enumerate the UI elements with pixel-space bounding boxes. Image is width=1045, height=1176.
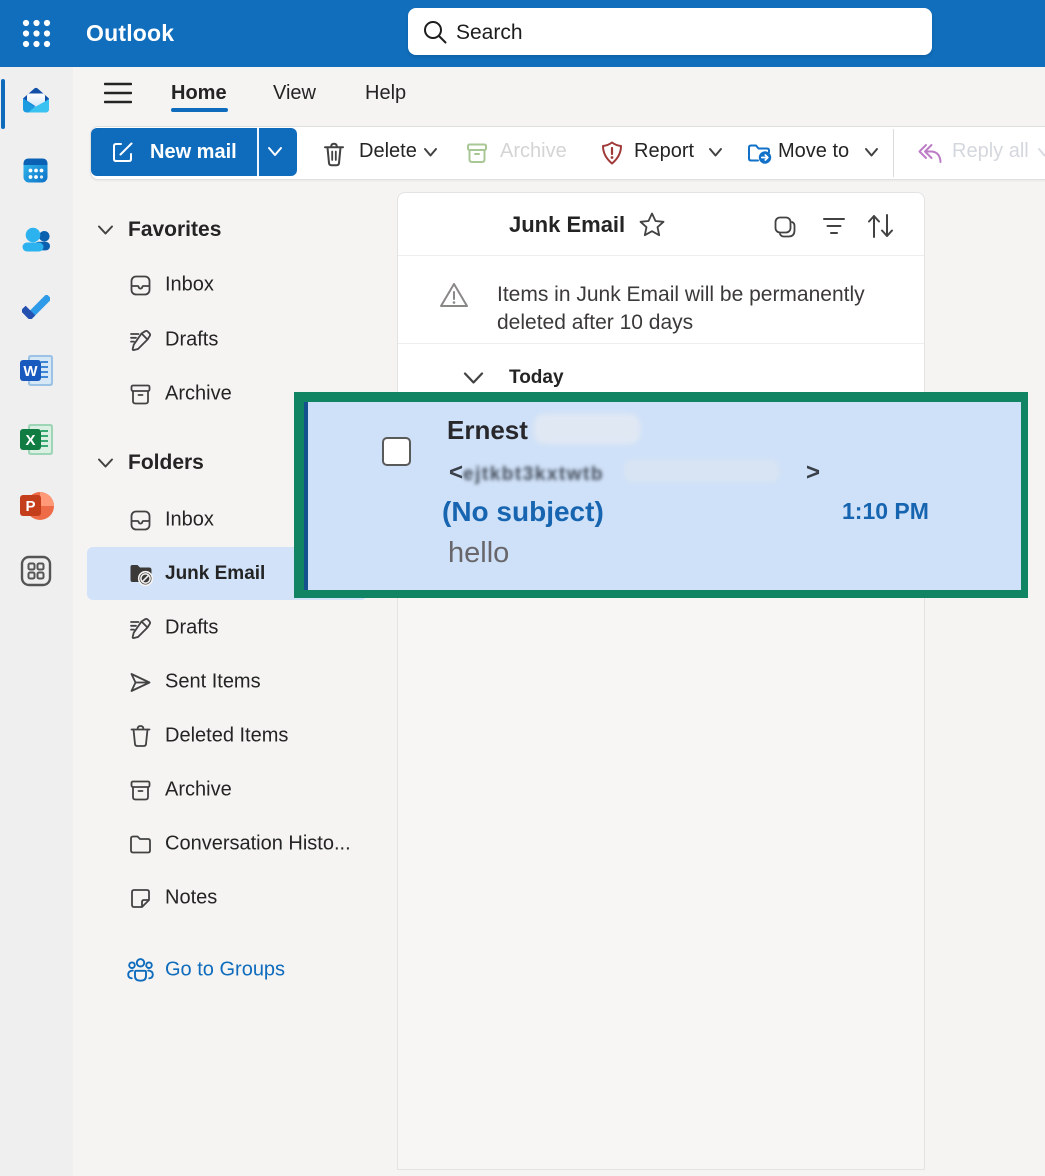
svg-text:X: X bbox=[25, 432, 35, 449]
svg-text:P: P bbox=[25, 498, 35, 515]
svg-text:W: W bbox=[23, 363, 38, 380]
